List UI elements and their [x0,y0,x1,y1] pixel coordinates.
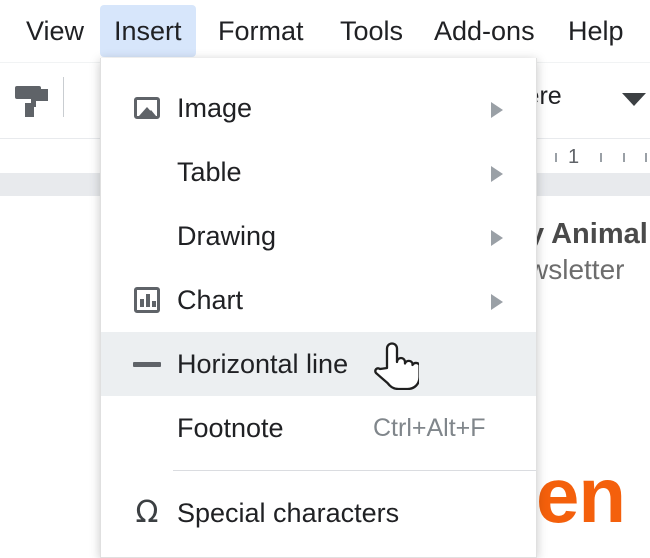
insert-dropdown-menu: Image Table Drawing Chart Horizontal lin… [100,58,537,558]
menu-option-shortcut: Ctrl+Alt+F [373,413,486,442]
menu-item-label: Help [568,15,624,46]
menu-option-drawing[interactable]: Drawing [101,204,536,268]
menu-item-insert[interactable]: Insert [100,5,196,57]
menu-option-chart[interactable]: Chart [101,268,536,332]
menu-option-horizontal-line[interactable]: Horizontal line [101,332,536,396]
menu-top-padding [101,58,536,76]
omega-icon: Ω [129,481,165,545]
menu-option-image[interactable]: Image [101,76,536,140]
menu-item-label: Format [218,15,304,46]
menu-option-footnote[interactable]: Footnote Ctrl+Alt+F [101,396,536,460]
chevron-down-icon[interactable] [622,93,646,106]
menu-option-special-characters[interactable]: Ω Special characters [101,481,536,545]
menu-option-table[interactable]: Table [101,140,536,204]
menu-item-label: Insert [114,15,182,46]
menu-separator [173,470,536,471]
document-heading: y Animal [528,218,648,250]
toolbar-divider [63,77,64,117]
menu-item-view[interactable]: View [12,5,98,57]
menu-option-label: Drawing [177,220,277,251]
document-body-text: en [536,451,626,539]
menu-option-label: Chart [177,284,244,315]
submenu-arrow-icon [491,102,503,118]
menu-item-format[interactable]: Format [204,5,318,57]
menu-item-tools[interactable]: Tools [326,5,417,57]
document-subheading: wsletter [528,254,625,285]
menu-bar: View Insert Format Tools Add-ons Help [0,0,650,62]
ruler-marker-label: 1 [568,146,580,168]
menu-option-label: Table [177,156,242,187]
omega-glyph: Ω [135,495,159,530]
menu-item-label: Add-ons [434,15,535,46]
submenu-arrow-icon [491,294,503,310]
menu-option-label: Image [177,92,253,123]
submenu-arrow-icon [491,166,503,182]
image-icon [129,76,165,140]
paint-roller-icon[interactable] [14,83,52,124]
menu-option-label: Special characters [177,497,400,528]
chart-icon [129,268,165,332]
submenu-arrow-icon [491,230,503,246]
menu-item-help[interactable]: Help [554,5,638,57]
menu-item-add-ons[interactable]: Add-ons [420,5,549,57]
menu-item-label: Tools [340,15,404,46]
pointing-hand-cursor [373,338,421,395]
menu-option-label: Footnote [177,412,284,443]
menu-item-label: View [26,15,85,46]
menu-option-label: Horizontal line [177,348,349,379]
horizontal-line-icon [129,332,165,396]
